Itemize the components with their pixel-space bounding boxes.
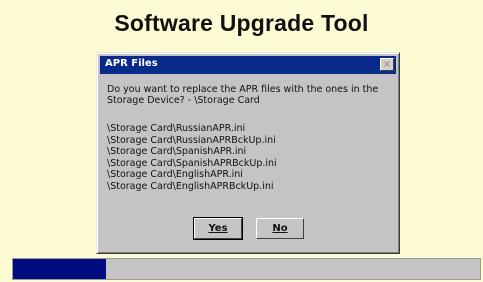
no-button-label: No xyxy=(272,223,288,234)
file-item: \Storage Card\RussianAPRBckUp.ini xyxy=(107,134,276,146)
file-list: \Storage Card\RussianAPR.ini \Storage Ca… xyxy=(107,123,392,193)
dialog-message: Do you want to replace the APR files wit… xyxy=(107,84,379,106)
dialog-titlebar: APR Files × xyxy=(100,56,396,74)
file-item: \Storage Card\SpanishAPR.ini xyxy=(107,146,247,158)
file-item: \Storage Card\RussianAPR.ini xyxy=(107,123,246,134)
no-button[interactable]: No xyxy=(256,218,304,239)
close-icon[interactable]: × xyxy=(380,58,394,71)
yes-button[interactable]: Yes xyxy=(193,217,243,240)
yes-button-label: Yes xyxy=(208,223,228,234)
screen-background: Software Upgrade Tool APR Files × Do you… xyxy=(0,0,483,282)
file-item: \Storage Card\EnglishAPRBckUp.ini xyxy=(107,180,274,192)
app-title: Software Upgrade Tool xyxy=(114,10,369,36)
file-item: \Storage Card\EnglishAPR.ini xyxy=(107,169,243,181)
progress-fill xyxy=(13,259,107,279)
progress-bar xyxy=(12,258,481,280)
file-item: \Storage Card\SpanishAPRBckUp.ini xyxy=(107,157,277,169)
apr-files-dialog: APR Files × Do you want to replace the A… xyxy=(96,52,400,254)
dialog-title: APR Files xyxy=(105,58,158,69)
